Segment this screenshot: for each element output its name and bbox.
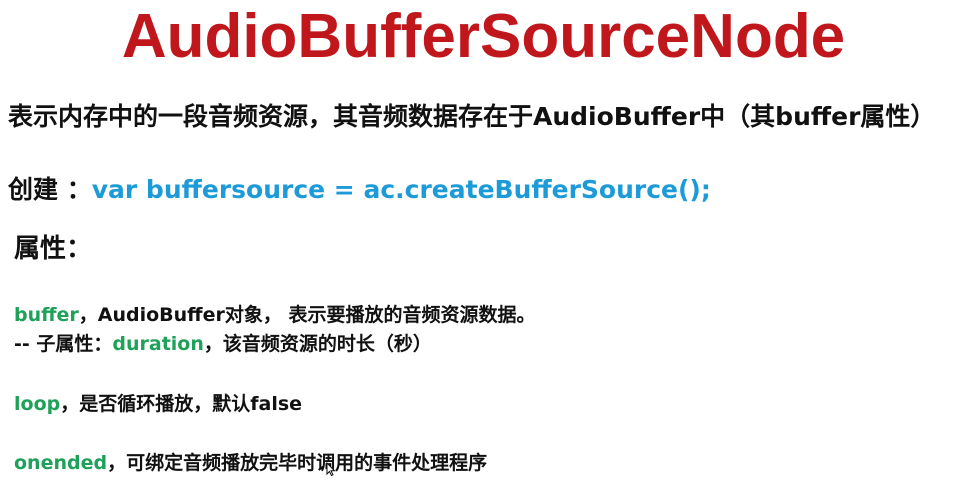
property-desc-duration: ，该音频资源的时长（秒） (203, 333, 432, 355)
create-line: 创建 ：var buffersource = ac.createBufferSo… (8, 173, 711, 206)
properties-heading: 属性： (14, 234, 93, 264)
property-key-loop: loop (14, 393, 61, 415)
description-text: 表示内存中的一段音频资源，其音频数据存在于AudioBuffer中（其buffe… (8, 102, 936, 131)
sub-property-prefix: -- 子属性： (14, 333, 113, 355)
property-desc-buffer: ，AudioBuffer对象， 表示要播放的音频资源数据。 (78, 304, 536, 326)
mouse-pointer-icon (326, 462, 336, 476)
slide: AudioBufferSourceNode 表示内存中的一段音频资源，其音频数据… (0, 0, 967, 487)
property-onended: onended，可绑定音频播放完毕时调用的事件处理程序 (14, 450, 487, 476)
property-sub-duration: -- 子属性：duration，该音频资源的时长（秒） (14, 331, 432, 357)
property-desc-onended: ，可绑定音频播放完毕时调用的事件处理程序 (107, 452, 488, 474)
create-label: 创建 ： (8, 175, 92, 204)
property-loop: loop，是否循环播放，默认false (14, 391, 302, 417)
create-code: var buffersource = ac.createBufferSource… (91, 175, 711, 204)
slide-title: AudioBufferSourceNode (121, 2, 846, 71)
property-key-duration: duration (112, 333, 204, 355)
property-key-buffer: buffer (14, 304, 79, 326)
property-buffer: buffer，AudioBuffer对象， 表示要播放的音频资源数据。 (14, 302, 535, 328)
property-key-onended: onended (14, 452, 108, 474)
property-desc-loop: ，是否循环播放，默认false (60, 393, 303, 415)
